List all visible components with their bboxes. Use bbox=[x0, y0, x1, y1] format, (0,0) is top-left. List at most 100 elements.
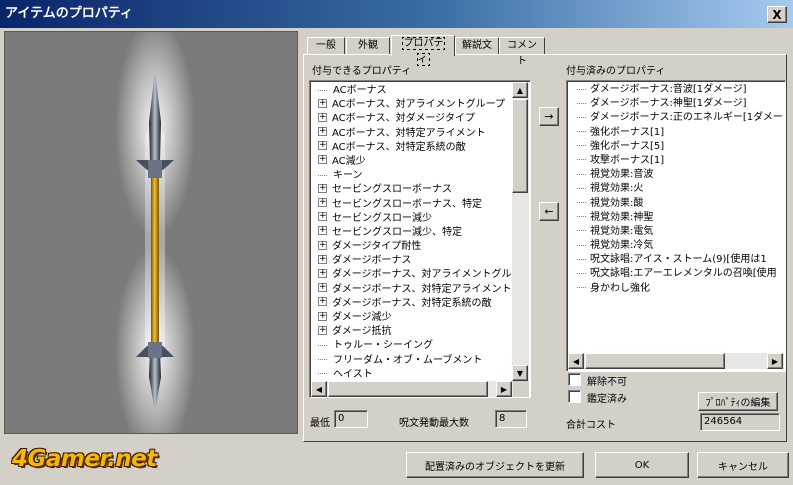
close-button[interactable]: X bbox=[767, 6, 787, 23]
assigned-property-item[interactable]: 視覚効果:音波 bbox=[577, 168, 784, 182]
tree-line-icon bbox=[577, 244, 586, 246]
scroll-thumb[interactable] bbox=[512, 99, 528, 193]
tree-line-icon bbox=[577, 173, 586, 175]
expand-plus-icon[interactable]: + bbox=[318, 198, 327, 207]
expand-plus-icon[interactable]: + bbox=[318, 283, 327, 293]
available-property-item[interactable]: + セービングスローボーナス、特定 bbox=[318, 198, 512, 212]
assigned-property-item[interactable]: 視覚効果:神聖 bbox=[577, 211, 784, 225]
available-property-item[interactable]: + AC減少 bbox=[318, 155, 512, 169]
update-objects-button[interactable]: 配置済みのオブジェクトを更新 bbox=[406, 452, 584, 478]
available-property-label: フリーダム・オブ・ムーブメント bbox=[333, 354, 483, 366]
ok-button[interactable]: OK bbox=[595, 452, 689, 478]
assigned-property-item[interactable]: 身かわし強化 bbox=[577, 282, 784, 296]
available-property-item[interactable]: + ダメージタイプ耐性 bbox=[318, 240, 512, 254]
tree-line-icon bbox=[318, 359, 327, 361]
assigned-property-item[interactable]: 視覚効果:電気 bbox=[577, 225, 784, 239]
expand-plus-icon[interactable]: + bbox=[318, 155, 327, 165]
assigned-property-label: 視覚効果:冷気 bbox=[590, 240, 654, 252]
available-property-item[interactable]: トゥルー・シーイング bbox=[318, 339, 512, 353]
scroll-left-arrow-icon[interactable]: ◀ bbox=[311, 381, 327, 397]
expand-plus-icon[interactable]: + bbox=[318, 183, 327, 193]
identified-label: 鑑定済み bbox=[587, 394, 627, 405]
available-property-label: ダメージボーナス bbox=[332, 255, 412, 267]
available-property-label: セービングスローボーナス bbox=[332, 184, 452, 196]
scroll-right-arrow-icon[interactable]: ▶ bbox=[767, 353, 783, 369]
expand-plus-icon[interactable]: + bbox=[318, 325, 327, 335]
expand-plus-icon[interactable]: + bbox=[318, 112, 327, 122]
available-property-item[interactable]: + ダメージ抵抗 bbox=[318, 325, 512, 339]
tree-line-icon bbox=[577, 159, 586, 161]
tab-appearance[interactable]: 外観 bbox=[346, 37, 390, 55]
available-property-item[interactable]: + ACボーナス、対特定系統の敵 bbox=[318, 141, 512, 155]
scroll-thumb[interactable] bbox=[328, 381, 488, 397]
available-property-label: ACボーナス、対特定系統の敵 bbox=[332, 141, 466, 153]
assigned-horizontal-scrollbar[interactable]: ◀ ▶ bbox=[568, 353, 784, 369]
expand-plus-icon[interactable]: + bbox=[318, 254, 327, 264]
remove-property-button[interactable]: ← bbox=[539, 202, 559, 221]
tree-line-icon bbox=[577, 131, 586, 133]
scroll-down-arrow-icon[interactable]: ▼ bbox=[512, 365, 528, 381]
available-property-item[interactable]: ACボーナス bbox=[318, 84, 512, 98]
expand-plus-icon[interactable]: + bbox=[318, 268, 327, 278]
assigned-property-label: 強化ボーナス[1] bbox=[590, 126, 665, 138]
tab-description[interactable]: 解説文 bbox=[455, 37, 499, 55]
available-property-item[interactable]: + ACボーナス、対ダメージタイプ bbox=[318, 112, 512, 126]
available-property-item[interactable]: + ACボーナス、対アライメントグループ bbox=[318, 98, 512, 112]
assigned-property-item[interactable]: ダメージボーナス:神聖[1ダメージ] bbox=[577, 97, 784, 111]
tab-general[interactable]: 一般 bbox=[307, 37, 345, 55]
horizontal-scrollbar[interactable]: ◀ ▶ bbox=[311, 381, 529, 397]
expand-plus-icon[interactable]: + bbox=[318, 98, 327, 108]
tab-comment[interactable]: コメント bbox=[499, 37, 545, 67]
available-property-item[interactable]: + セービングスローボーナス bbox=[318, 183, 512, 197]
edit-property-button[interactable]: ﾌﾟﾛﾊﾟﾃｨの編集 bbox=[698, 392, 778, 411]
expand-plus-icon[interactable]: + bbox=[318, 141, 327, 151]
available-property-item[interactable]: + ダメージボーナス bbox=[318, 254, 512, 268]
expand-plus-icon[interactable]: + bbox=[318, 127, 327, 137]
tab-properties[interactable]: プロパティ bbox=[391, 35, 455, 66]
expand-plus-icon[interactable]: + bbox=[318, 240, 327, 250]
available-property-item[interactable]: フリーダム・オブ・ムーブメント bbox=[318, 354, 512, 368]
tree-line-icon bbox=[577, 202, 586, 203]
assigned-property-item[interactable]: 視覚効果:火 bbox=[577, 182, 784, 196]
min-value-field: 0 bbox=[334, 410, 368, 428]
assigned-property-label: 視覚効果:神聖 bbox=[590, 211, 654, 223]
available-property-item[interactable]: キーン bbox=[318, 169, 512, 183]
assigned-property-item[interactable]: 呪文詠唱:エアーエレメンタルの召喚[使用 bbox=[577, 267, 784, 281]
scroll-left-arrow-icon[interactable]: ◀ bbox=[568, 353, 584, 369]
available-property-item[interactable]: ヘイスト bbox=[318, 368, 512, 382]
assigned-property-item[interactable]: 攻撃ボーナス[1] bbox=[577, 154, 784, 168]
expand-plus-icon[interactable]: + bbox=[318, 297, 327, 307]
max-spells-field: 8 bbox=[495, 410, 527, 428]
available-property-item[interactable]: + セービングスロー減少、特定 bbox=[318, 226, 512, 240]
available-property-label: ACボーナス、対特定アライメント bbox=[332, 127, 486, 139]
available-property-item[interactable]: + ダメージボーナス、対特定アライメント bbox=[318, 283, 512, 297]
assigned-property-item[interactable]: 視覚効果:冷気 bbox=[577, 239, 784, 253]
undroppable-checkbox[interactable] bbox=[568, 373, 581, 386]
available-property-item[interactable]: + ダメージ減少 bbox=[318, 311, 512, 325]
scroll-thumb[interactable] bbox=[585, 353, 725, 369]
add-property-button[interactable]: → bbox=[539, 107, 559, 126]
vertical-scrollbar[interactable]: ▲ ▼ bbox=[512, 82, 529, 381]
assigned-property-item[interactable]: 強化ボーナス[1] bbox=[577, 126, 784, 140]
assigned-properties-tree[interactable]: ダメージボーナス:音波[1ダメージ] ダメージボーナス:神聖[1ダメージ] ダメージ… bbox=[566, 80, 786, 372]
scroll-right-arrow-icon[interactable]: ▶ bbox=[496, 381, 512, 397]
expand-plus-icon[interactable]: + bbox=[318, 226, 327, 236]
available-property-item[interactable]: + ダメージボーナス、対アライメントグル- bbox=[318, 268, 512, 282]
cancel-button[interactable]: キャンセル bbox=[697, 452, 789, 478]
available-property-label: ダメージタイプ耐性 bbox=[332, 241, 422, 253]
scroll-up-arrow-icon[interactable]: ▲ bbox=[512, 82, 528, 98]
assigned-property-item[interactable]: 視覚効果:酸 bbox=[577, 197, 784, 211]
assigned-property-label: ダメージボーナス:正のエネルギー[1ダメージ] bbox=[590, 112, 784, 124]
identified-checkbox[interactable] bbox=[568, 390, 581, 403]
available-properties-tree[interactable]: ACボーナス + ACボーナス、対アライメントグループ + ACボーナス、対ダメージタイ… bbox=[309, 80, 531, 398]
available-property-item[interactable]: + セービングスロー減少 bbox=[318, 212, 512, 226]
expand-plus-icon[interactable]: + bbox=[318, 311, 327, 321]
expand-plus-icon[interactable]: + bbox=[318, 212, 327, 222]
assigned-property-item[interactable]: 強化ボーナス[5] bbox=[577, 140, 784, 154]
assigned-property-item[interactable]: 呪文詠唱:アイス・ストーム(9)[使用は1 bbox=[577, 253, 784, 267]
available-property-item[interactable]: + ACボーナス、対特定アライメント bbox=[318, 127, 512, 141]
assigned-property-item[interactable]: ダメージボーナス:正のエネルギー[1ダメージ] bbox=[577, 111, 784, 125]
available-property-label: ヘイスト bbox=[333, 368, 373, 380]
assigned-property-item[interactable]: ダメージボーナス:音波[1ダメージ] bbox=[577, 83, 784, 97]
available-property-item[interactable]: + ダメージボーナス、対特定系統の敵 bbox=[318, 297, 512, 311]
